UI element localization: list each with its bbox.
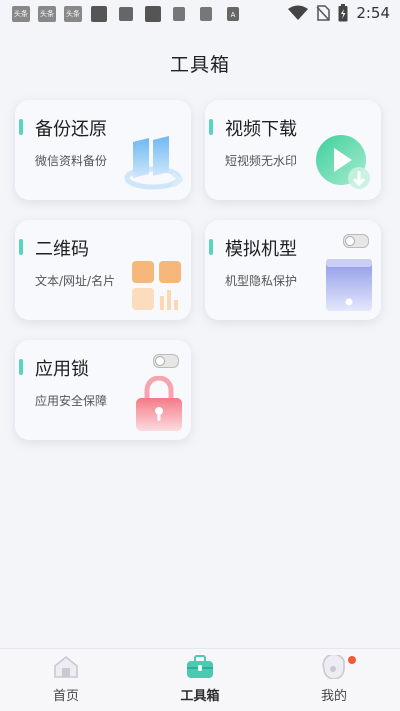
- accent-bar: [209, 119, 213, 135]
- tool-card-subtitle: 机型隐私保护: [225, 274, 298, 288]
- notification-toutiao-icon: 头条: [64, 6, 82, 22]
- app-lock-toggle[interactable]: [153, 354, 179, 368]
- tool-card-phone-model[interactable]: 模拟机型 机型隐私保护: [205, 220, 381, 320]
- nav-item-home[interactable]: 首页: [26, 655, 106, 704]
- toggle-knob: [345, 236, 355, 246]
- phone-model-icon: [326, 259, 372, 311]
- notification-toutiao-icon: 头条: [12, 6, 30, 22]
- tool-card-title: 模拟机型: [225, 239, 297, 260]
- notification-badge: [348, 656, 356, 664]
- video-download-icon: [316, 135, 370, 189]
- qr-code-icon: [132, 261, 181, 310]
- notification-toutiao-icon: 头条: [38, 6, 56, 22]
- notification-image-icon: [119, 7, 133, 21]
- accent-bar: [19, 359, 23, 375]
- tool-card-qr-code[interactable]: 二维码 文本/网址/名片: [15, 220, 191, 320]
- status-time: 2:54: [356, 4, 390, 22]
- toggle-knob: [155, 356, 165, 366]
- notification-app-icon: [145, 6, 161, 22]
- page-title: 工具箱: [169, 54, 230, 76]
- accent-bar: [19, 119, 23, 135]
- lock-icon: [136, 376, 182, 431]
- tool-card-subtitle: 微信资料备份: [35, 154, 108, 168]
- tool-card-title: 二维码: [35, 239, 89, 260]
- tool-card-subtitle: 应用安全保障: [35, 394, 108, 408]
- nav-item-profile[interactable]: 我的: [294, 653, 374, 704]
- backup-icon: [124, 136, 183, 190]
- wifi-icon: [288, 5, 309, 20]
- phone-model-toggle[interactable]: [343, 234, 369, 248]
- nav-item-label: 首页: [52, 689, 79, 704]
- home-icon: [54, 655, 78, 678]
- notification-app-icon: [91, 6, 107, 22]
- nav-item-label: 工具箱: [180, 689, 220, 704]
- tool-card-title: 备份还原: [35, 119, 107, 140]
- tool-card-title: 应用锁: [35, 359, 89, 380]
- tool-card-subtitle: 短视频无水印: [225, 154, 298, 168]
- profile-icon: [322, 653, 345, 680]
- accent-bar: [209, 239, 213, 255]
- notification-book-icon: [200, 7, 212, 21]
- notification-book-icon: [173, 7, 185, 21]
- tool-card-app-lock[interactable]: 应用锁 应用安全保障: [15, 340, 191, 440]
- accent-bar: [19, 239, 23, 255]
- battery-charging-icon: [338, 4, 348, 22]
- nav-item-toolbox[interactable]: 工具箱: [160, 655, 240, 704]
- status-bar: 头条 头条 头条 A 2:54: [0, 0, 400, 28]
- tool-card-backup[interactable]: 备份还原 微信资料备份: [15, 100, 191, 200]
- tool-card-video-download[interactable]: 视频下载 短视频无水印: [205, 100, 381, 200]
- no-sim-icon: [316, 5, 331, 21]
- nav-item-label: 我的: [320, 689, 347, 704]
- toolbox-icon: [187, 655, 213, 678]
- tool-card-title: 视频下载: [225, 119, 297, 140]
- tool-card-subtitle: 文本/网址/名片: [35, 274, 116, 288]
- notification-font-icon: A: [227, 7, 239, 21]
- bottom-nav: 首页 工具箱 我的: [0, 648, 400, 711]
